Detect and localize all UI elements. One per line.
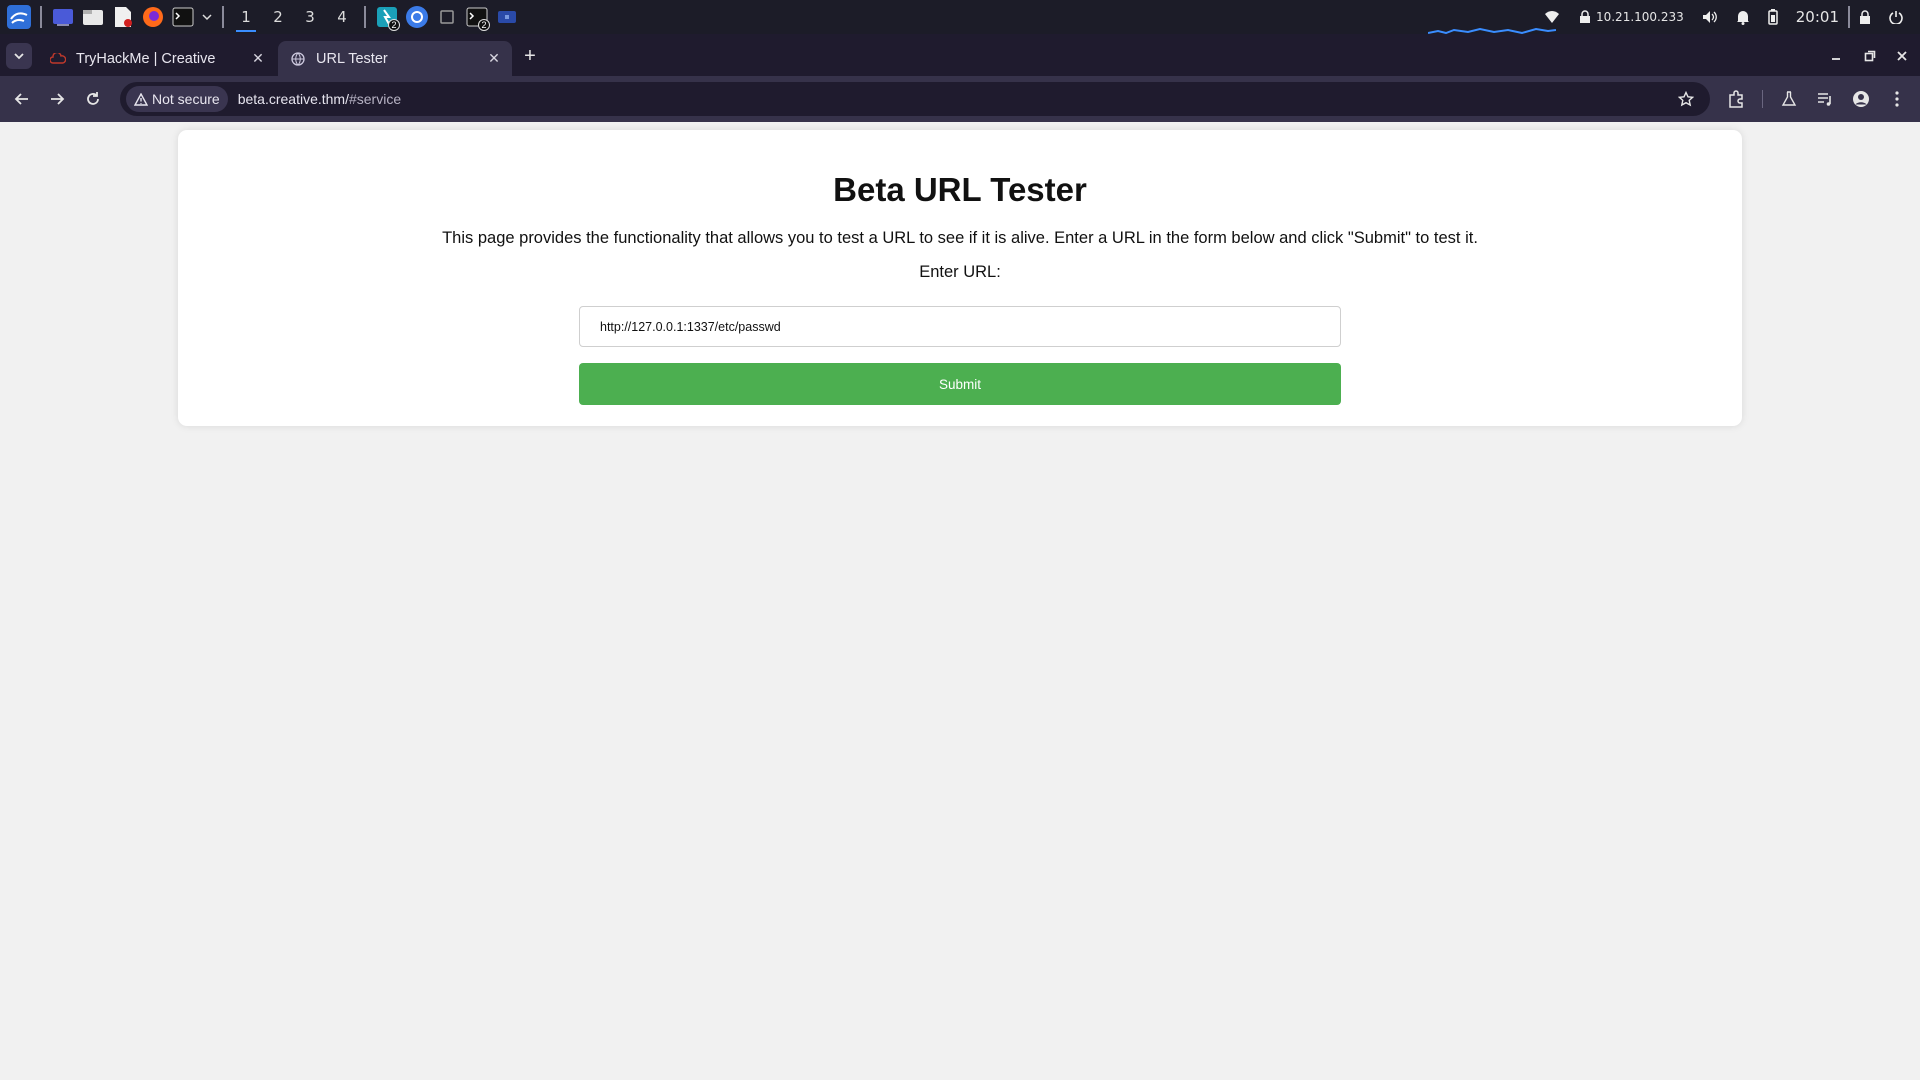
taskbar-separator (40, 6, 42, 28)
terminal-window-icon[interactable]: 2 (462, 0, 492, 34)
ip-address: 10.21.100.233 (1595, 10, 1684, 24)
extensions-icon[interactable] (1724, 87, 1748, 111)
workspace-4[interactable]: 4 (326, 0, 358, 34)
kali-menu-icon[interactable] (4, 0, 34, 34)
text-editor-icon[interactable] (108, 0, 138, 34)
taskbar-launchers: 1 2 3 4 2 2 (0, 0, 522, 34)
chevron-down-icon[interactable] (198, 0, 216, 34)
warning-icon (134, 92, 148, 106)
labs-flask-icon[interactable] (1777, 87, 1801, 111)
minimize-window-icon[interactable] (1824, 44, 1848, 68)
page-title: Beta URL Tester (833, 171, 1087, 208)
url-input-label: Enter URL: (919, 263, 1001, 281)
volume-icon[interactable] (1693, 0, 1727, 34)
workspace-1[interactable]: 1 (230, 0, 262, 34)
power-icon[interactable] (1880, 0, 1912, 34)
browser-toolbar: Not secure beta.creative.thm/#service (0, 76, 1920, 122)
vpn-status[interactable]: 10.21.100.233 (1569, 0, 1693, 34)
toolbar-separator (1762, 90, 1763, 108)
reload-icon[interactable] (79, 85, 107, 113)
close-icon[interactable]: ✕ (486, 50, 502, 66)
url-display[interactable]: beta.creative.thm/#service (238, 91, 401, 107)
system-tray: 10.21.100.233 20:01 (1535, 0, 1920, 34)
clock[interactable]: 20:01 (1787, 0, 1848, 34)
firefox-icon[interactable] (138, 0, 168, 34)
tab-search-button[interactable] (6, 43, 32, 69)
tab-tryhackme[interactable]: TryHackMe | Creative ✕ (38, 41, 276, 76)
url-input[interactable] (579, 306, 1341, 347)
burp-icon[interactable]: 2 (372, 0, 402, 34)
tab-title: TryHackMe | Creative (76, 50, 216, 67)
tryhackme-favicon (50, 51, 66, 67)
tab-title: URL Tester (316, 50, 388, 67)
close-window-icon[interactable] (1890, 44, 1914, 68)
desktop-icon[interactable] (48, 0, 78, 34)
taskbar-separator (222, 6, 224, 28)
close-icon[interactable]: ✕ (250, 50, 266, 66)
burp-window-count: 2 (388, 19, 400, 31)
restore-window-icon[interactable] (1858, 44, 1882, 68)
bookmark-star-icon[interactable] (1676, 89, 1696, 109)
page-viewport: Beta URL Tester This page provides the f… (0, 122, 1920, 1080)
terminal-window-count: 2 (478, 19, 490, 31)
system-taskbar: 1 2 3 4 2 2 10.21.100.233 20:01 (0, 0, 1920, 34)
globe-icon (290, 51, 306, 67)
wifi-icon[interactable] (1535, 0, 1569, 34)
workspace-2[interactable]: 2 (262, 0, 294, 34)
address-bar[interactable]: Not secure beta.creative.thm/#service (120, 82, 1710, 116)
chevron-down-icon (14, 52, 24, 59)
submit-button[interactable]: Submit (579, 363, 1341, 405)
workspace-3[interactable]: 3 (294, 0, 326, 34)
vpn-icon (1579, 10, 1590, 23)
forward-arrow-icon[interactable] (43, 85, 71, 113)
battery-icon[interactable] (1759, 0, 1787, 34)
profile-avatar-icon[interactable] (1849, 87, 1873, 111)
security-indicator[interactable]: Not secure (126, 86, 228, 112)
app-window-icon[interactable] (432, 0, 462, 34)
taskbar-separator (364, 6, 366, 28)
url-tester-card: Beta URL Tester This page provides the f… (178, 130, 1742, 426)
lock-icon[interactable] (1850, 0, 1880, 34)
bell-icon[interactable] (1727, 0, 1759, 34)
kebab-menu-icon[interactable] (1885, 87, 1909, 111)
url-path: #service (348, 91, 402, 107)
page-description: This page provides the functionality tha… (442, 229, 1478, 247)
minimized-window-icon[interactable] (492, 0, 522, 34)
browser-tab-strip: TryHackMe | Creative ✕ URL Tester ✕ + (0, 34, 1920, 76)
tab-url-tester[interactable]: URL Tester ✕ (278, 41, 512, 76)
terminal-icon[interactable] (168, 0, 198, 34)
back-arrow-icon[interactable] (8, 85, 36, 113)
new-tab-button[interactable]: + (520, 45, 540, 67)
media-controls-icon[interactable] (1813, 87, 1837, 111)
url-host: beta.creative.thm/ (237, 91, 349, 107)
chromium-icon[interactable] (402, 0, 432, 34)
security-label: Not secure (152, 91, 220, 107)
file-manager-icon[interactable] (78, 0, 108, 34)
